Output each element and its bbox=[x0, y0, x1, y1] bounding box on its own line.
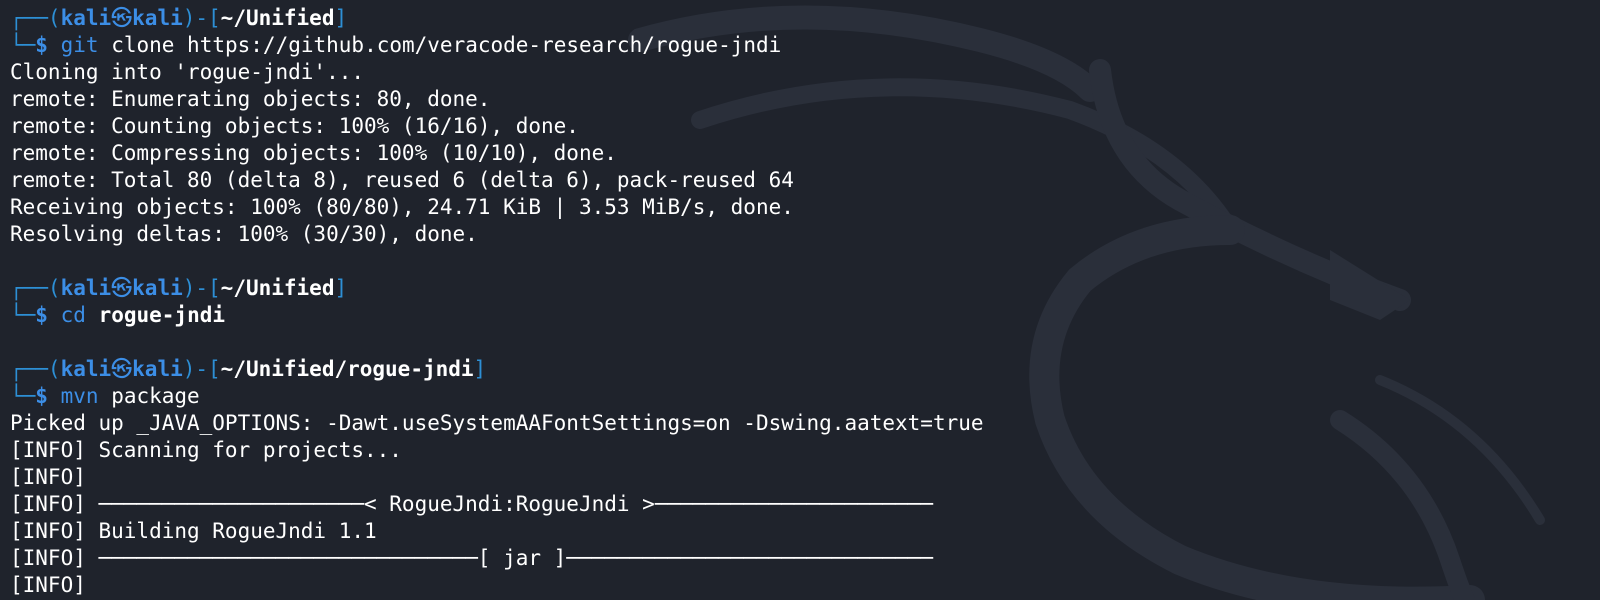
output-line: remote: Compressing objects: 100% (10/10… bbox=[10, 141, 617, 165]
output-line: [INFO] Scanning for projects... bbox=[10, 438, 402, 462]
output-line: remote: Total 80 (delta 8), reused 6 (de… bbox=[10, 168, 794, 192]
command-args: rogue-jndi bbox=[98, 303, 225, 327]
kali-k-icon: ㉿ bbox=[111, 357, 133, 381]
prompt-host: kali bbox=[132, 6, 183, 30]
command-line: └─$ mvn package bbox=[10, 384, 200, 408]
command-line: └─$ git clone https://github.com/veracod… bbox=[10, 33, 782, 57]
prompt-dollar: $ bbox=[35, 33, 48, 57]
output-line: [INFO] ─────────────────────< RogueJndi:… bbox=[10, 492, 933, 516]
prompt-path: ~/Unified/rogue-jndi bbox=[220, 357, 474, 381]
prompt-dollar: $ bbox=[35, 384, 48, 408]
command-args: clone https://github.com/veracode-resear… bbox=[111, 33, 782, 57]
prompt-host: kali bbox=[132, 276, 183, 300]
prompt-user: kali bbox=[60, 6, 112, 30]
command-line: └─$ cd rogue-jndi bbox=[10, 303, 225, 327]
output-line: [INFO] Building RogueJndi 1.1 bbox=[10, 519, 377, 543]
output-line: Receiving objects: 100% (80/80), 24.71 K… bbox=[10, 195, 794, 219]
terminal-window[interactable]: ┌──(kali㉿kali)-[~/Unified] └─$ git clone… bbox=[0, 0, 1600, 600]
output-line: remote: Enumerating objects: 80, done. bbox=[10, 87, 491, 111]
prompt-host: kali bbox=[132, 357, 183, 381]
output-line: Cloning into 'rogue-jndi'... bbox=[10, 60, 365, 84]
prompt-user: kali bbox=[60, 276, 112, 300]
terminal-output: ┌──(kali㉿kali)-[~/Unified] └─$ git clone… bbox=[10, 5, 1600, 599]
prompt-dollar: $ bbox=[35, 303, 48, 327]
prompt-path: ~/Unified bbox=[220, 276, 335, 300]
command-args: package bbox=[111, 384, 200, 408]
prompt-path: ~/Unified bbox=[220, 6, 335, 30]
prompt-user: kali bbox=[60, 357, 112, 381]
kali-k-icon: ㉿ bbox=[111, 276, 133, 300]
command-name: mvn bbox=[60, 384, 99, 408]
prompt-line: ┌──(kali㉿kali)-[~/Unified/rogue-jndi] bbox=[10, 357, 487, 381]
output-line: [INFO] bbox=[10, 465, 86, 489]
command-name: git bbox=[60, 33, 99, 57]
output-line: [INFO] bbox=[10, 573, 86, 597]
output-line: [INFO] ──────────────────────────────[ j… bbox=[10, 546, 933, 570]
output-line: Resolving deltas: 100% (30/30), done. bbox=[10, 222, 478, 246]
kali-k-icon: ㉿ bbox=[111, 6, 133, 30]
command-name: cd bbox=[60, 303, 86, 327]
output-line: Picked up _JAVA_OPTIONS: -Dawt.useSystem… bbox=[10, 411, 984, 435]
prompt-line: ┌──(kali㉿kali)-[~/Unified] bbox=[10, 6, 348, 30]
prompt-line: ┌──(kali㉿kali)-[~/Unified] bbox=[10, 276, 348, 300]
output-line: remote: Counting objects: 100% (16/16), … bbox=[10, 114, 579, 138]
